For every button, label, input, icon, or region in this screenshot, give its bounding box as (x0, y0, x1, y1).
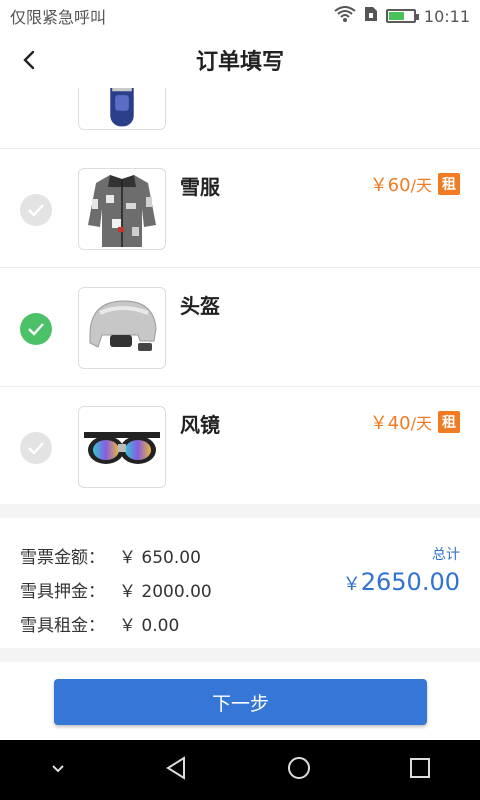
summary-value: ￥ 2000.00 (119, 582, 212, 602)
status-bar: 仅限紧急呼叫 10:11 (0, 0, 480, 32)
item-price: ￥60/天 租 (370, 171, 460, 197)
list-item-snowboard[interactable] (0, 88, 480, 148)
list-item-helmet[interactable]: 头盔 (0, 267, 480, 385)
bottom-action-bar: 下一步 (0, 662, 480, 740)
next-step-button[interactable]: 下一步 (54, 679, 427, 725)
summary-row-ticket: 雪票金额： ￥ 650.00 (20, 543, 201, 568)
total-amount: ￥2650.00 (343, 568, 460, 596)
back-triangle-icon[interactable] (164, 755, 190, 785)
summary-label: 雪具押金： (20, 582, 105, 602)
home-circle-icon[interactable] (286, 755, 312, 785)
checked-icon[interactable] (20, 313, 52, 345)
down-chevron-icon[interactable] (48, 758, 68, 782)
unchecked-icon[interactable] (20, 432, 52, 464)
status-icons: 10:11 (334, 6, 470, 26)
price-unit: /天 (410, 414, 432, 433)
system-nav-bar (0, 740, 480, 800)
rent-badge: 租 (438, 411, 460, 433)
item-price: ￥40/天 租 (370, 409, 460, 435)
goggles-image (78, 406, 166, 488)
sim-icon (364, 6, 378, 26)
item-name: 风镜 (180, 413, 220, 437)
unchecked-icon[interactable] (20, 194, 52, 226)
page-title: 订单填写 (195, 50, 284, 75)
section-divider (0, 648, 480, 662)
summary-value: ￥ 0.00 (119, 616, 180, 636)
chevron-left-icon[interactable] (12, 42, 48, 78)
total-currency: ￥ (342, 574, 361, 595)
total-label: 总计 (432, 547, 460, 563)
item-name: 头盔 (180, 294, 220, 318)
snowboard-image (78, 88, 166, 130)
header: 订单填写 (0, 32, 480, 88)
clock: 10:11 (423, 6, 470, 26)
summary-label: 雪具租金： (20, 616, 105, 636)
list-item-jacket[interactable]: 雪服 ￥60/天 租 (0, 148, 480, 266)
recents-square-icon[interactable] (408, 756, 432, 784)
summary-row-deposit: 雪具押金： ￥ 2000.00 (20, 577, 212, 602)
price-value: ￥60 (369, 175, 411, 196)
helmet-image (78, 287, 166, 369)
item-name: 雪服 (180, 175, 220, 199)
section-divider (0, 504, 480, 518)
summary-value: ￥ 650.00 (119, 548, 201, 568)
total-value: 2650.00 (360, 568, 460, 596)
price-unit: /天 (410, 176, 432, 195)
wifi-icon (334, 6, 356, 26)
rent-badge: 租 (438, 173, 460, 195)
summary-row-rental: 雪具租金： ￥ 0.00 (20, 611, 179, 636)
battery-icon (385, 9, 419, 23)
ski-jacket-image (78, 168, 166, 250)
carrier-text: 仅限紧急呼叫 (10, 8, 107, 27)
list-item-goggles[interactable]: 风镜 ￥40/天 租 (0, 386, 480, 504)
price-summary: 雪票金额： ￥ 650.00 雪具押金： ￥ 2000.00 雪具租金： ￥ 0… (0, 518, 480, 648)
price-value: ￥40 (369, 413, 411, 434)
summary-label: 雪票金额： (20, 548, 105, 568)
rental-item-list[interactable]: 雪服 ￥60/天 租 头盔 风镜 ￥40/天 租 (0, 88, 480, 504)
